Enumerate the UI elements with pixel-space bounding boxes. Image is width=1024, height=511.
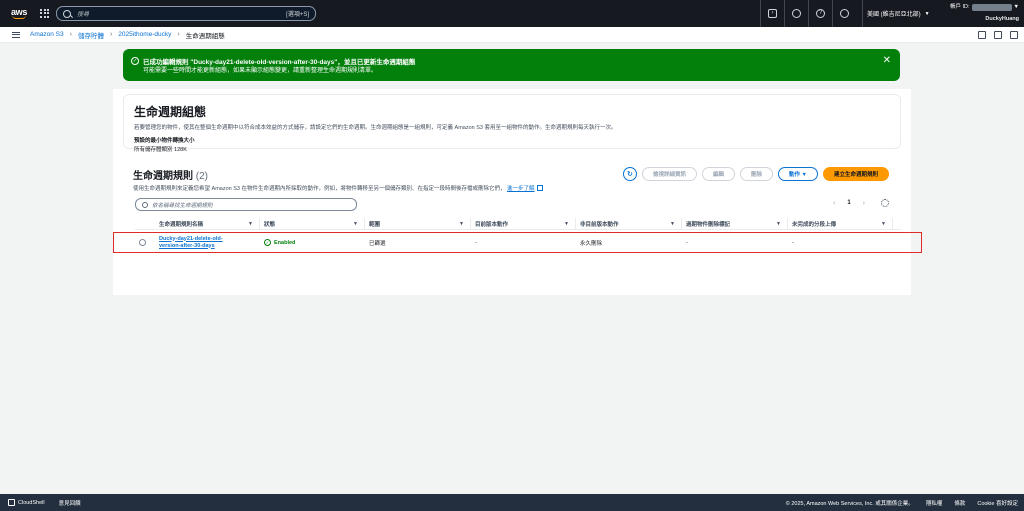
terms-link[interactable]: 條款 [954, 499, 965, 507]
gear-icon[interactable] [881, 199, 889, 207]
search-input[interactable]: 搜尋 [選項+S] [56, 6, 316, 21]
next-page-button[interactable]: › [863, 200, 865, 207]
menu-icon[interactable] [12, 31, 20, 38]
page-number[interactable]: 1 [847, 200, 850, 206]
create-rule-button[interactable]: 建立生命週期規則 [822, 167, 889, 181]
page-title: 生命週期組態 [134, 105, 207, 119]
table-header: 生命週期規則名稱 ▼ 狀態 ▼ 範圍 ▼ 目前版本動作 ▼ 非目前版本動作 ▼ 過期物件刪… [135, 217, 901, 230]
row-highlight-annotation [113, 232, 922, 253]
rules-filter-input[interactable]: 依名稱尋找生命週期規則 [135, 198, 357, 211]
caret-down-icon: ▼ [924, 10, 930, 17]
info-panel-icon[interactable] [994, 31, 1002, 39]
sort-icon: ▼ [670, 220, 675, 227]
copyright: © 2025, Amazon Web Services, Inc. 或其關係企業… [785, 500, 914, 507]
column-rule-name[interactable]: 生命週期規則名稱 ▼ [155, 217, 260, 230]
feedback-link[interactable]: 意見回饋 [59, 499, 81, 507]
rules-count: (2) [195, 171, 209, 182]
cloudshell-icon: › [768, 9, 777, 18]
cloudshell-footer-button[interactable]: CloudShell [8, 499, 45, 506]
sort-icon: ▼ [248, 220, 253, 227]
close-icon[interactable]: ✕ [883, 55, 891, 66]
bell-icon [792, 9, 801, 18]
breadcrumb-bar: Amazon S3 › 儲存貯體 › 2025ithome-ducky › 生命… [0, 27, 1024, 43]
search-placeholder: 搜尋 [77, 12, 90, 18]
breadcrumb-buckets[interactable]: 儲存貯體 [78, 30, 104, 40]
footer: CloudShell 意見回饋 © 2025, Amazon Web Servi… [0, 494, 1024, 511]
gear-icon [840, 9, 849, 18]
caret-down-icon: ▼ [1013, 4, 1019, 10]
privacy-link[interactable]: 隱私權 [926, 499, 943, 507]
breadcrumb-current: 生命週期組態 [185, 32, 225, 40]
sort-icon: ▼ [564, 220, 569, 227]
column-scope[interactable]: 範圍 ▼ [365, 217, 471, 230]
actions-dropdown[interactable]: 動作 ▼ [778, 167, 818, 181]
settings-button[interactable] [832, 0, 856, 27]
chevron-right-icon: › [177, 31, 180, 38]
search-shortcut: [選項+S] [286, 12, 309, 18]
lifecycle-config-panel: 生命週期組態 若要管理您的物件，使其在整個生命週期中以符合成本效益的方式儲存，請… [123, 94, 901, 153]
sort-icon: ▼ [881, 220, 886, 227]
username: DuckyHuang [985, 16, 1019, 22]
min-size-value: 所有儲存體類別 128K [134, 147, 187, 153]
main-content: 生命週期組態 若要管理您的物件，使其在整個生命週期中以符合成本效益的方式儲存，請… [113, 89, 911, 295]
breadcrumb-bucket[interactable]: 2025ithome-ducky [118, 31, 171, 38]
rules-actions: ↻ 檢視詳細資訊 編輯 刪除 動作 ▼ 建立生命週期規則 [622, 167, 889, 181]
column-current-action[interactable]: 目前版本動作 ▼ [471, 217, 576, 230]
services-grid-icon[interactable] [40, 8, 50, 19]
prev-page-button[interactable]: ‹ [833, 200, 835, 207]
column-status[interactable]: 狀態 ▼ [260, 217, 365, 230]
cookie-preferences-link[interactable]: Cookie 喜好設定 [977, 499, 1018, 507]
cloudshell-icon [8, 499, 15, 506]
external-link-icon [536, 185, 543, 191]
notifications-panel-icon[interactable] [978, 31, 986, 39]
search-icon [142, 201, 148, 208]
refresh-button[interactable]: ↻ [622, 167, 637, 181]
cloudshell-button[interactable]: › [760, 0, 784, 27]
sort-icon: ▼ [776, 220, 781, 227]
search-icon [63, 9, 71, 18]
delete-button[interactable]: 刪除 [739, 167, 773, 181]
learn-more-link[interactable]: 進一步了解 [507, 186, 535, 192]
config-description: 若要管理您的物件，使其在整個生命週期中以符合成本效益的方式儲存，請設定它們的生命… [134, 125, 617, 131]
breadcrumb: Amazon S3 › 儲存貯體 › 2025ithome-ducky › 生命… [30, 30, 225, 40]
sort-icon: ▼ [353, 220, 358, 227]
success-check-icon: ✓ [131, 57, 139, 65]
tools-panel-icon[interactable] [1010, 31, 1018, 39]
edit-button[interactable]: 編輯 [701, 167, 735, 181]
notifications-button[interactable] [784, 0, 808, 27]
min-size-label: 預設的最小物件轉換大小 [134, 138, 195, 144]
breadcrumb-amazon-s3[interactable]: Amazon S3 [30, 31, 64, 38]
region-selector[interactable]: 美國 (維吉尼亞北部) ▼ [862, 0, 930, 27]
column-multipart[interactable]: 未完成的分段上傳 ▼ [788, 217, 893, 230]
sort-icon: ▼ [459, 220, 464, 227]
column-expired-marker[interactable]: 過期物件刪除標記 ▼ [682, 217, 788, 230]
account-id-redacted [971, 3, 1012, 11]
column-noncurrent-action[interactable]: 非目前版本動作 ▼ [576, 217, 682, 230]
flash-message: 可能需要一些時間才能更新組態，如果未顯示組態變更，請重新整理生命週期規則清單。 [143, 68, 378, 74]
top-navigation: aws 搜尋 [選項+S] › ? 美國 (維吉尼亞北部) ▼ 帳戶 ID: ▼… [0, 0, 1024, 27]
rules-heading: 生命週期規則 (2) [133, 171, 209, 182]
aws-logo[interactable]: aws [6, 0, 32, 27]
chevron-right-icon: › [109, 31, 113, 38]
help-icon: ? [816, 9, 825, 18]
chevron-right-icon: › [69, 31, 72, 38]
account-menu[interactable]: 帳戶 ID: ▼ DuckyHuang [935, 3, 1019, 23]
help-button[interactable]: ? [808, 0, 832, 27]
success-flash-banner: ✓ 已成功編輯規則 "Ducky-day21-delete-old-versio… [123, 49, 900, 81]
rules-description: 使用生命週期規則來定義您希望 Amazon S3 在物件生命週期內所採取的動作，… [133, 184, 543, 192]
view-details-button[interactable]: 檢視詳細資訊 [641, 167, 697, 181]
pagination: ‹ 1 › [833, 199, 889, 207]
